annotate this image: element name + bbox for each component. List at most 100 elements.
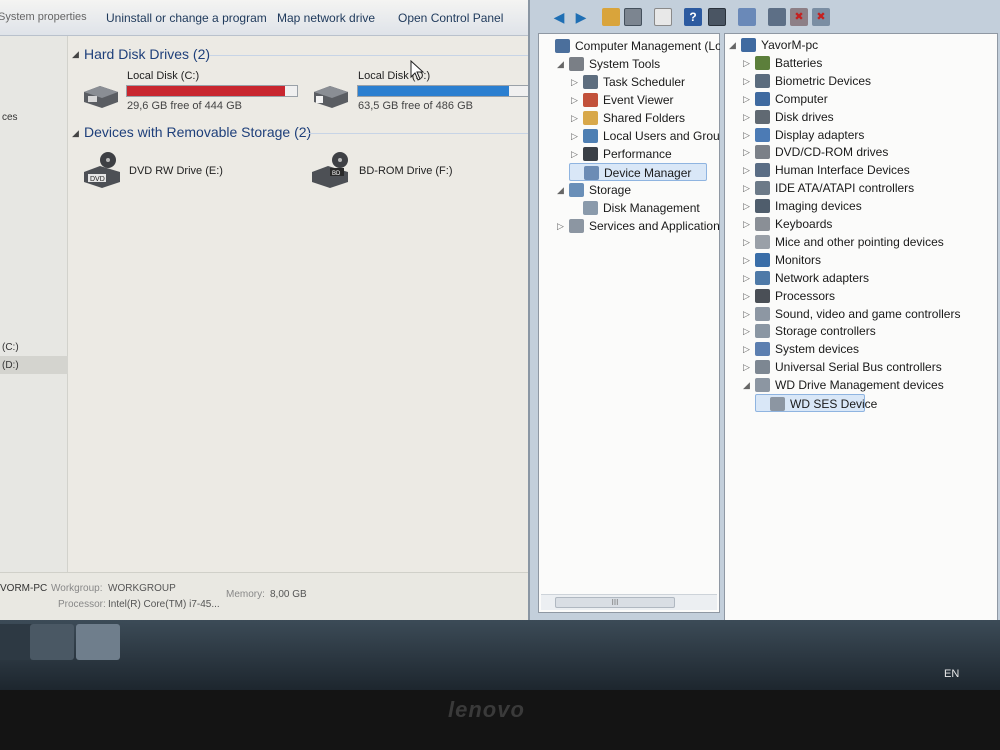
expand-arrow-icon[interactable]: ▷ — [743, 129, 753, 141]
device-tree-item[interactable]: ▷ Universal Serial Bus controllers — [741, 358, 995, 376]
expand-arrow-icon[interactable]: ▷ — [743, 164, 753, 176]
device-tree-item[interactable]: ▷ Biometric Devices — [741, 72, 995, 90]
expand-arrow-icon[interactable]: ▷ — [743, 146, 753, 158]
device-tree-item[interactable]: ◢ YavorM-pc — [727, 36, 995, 54]
device-tree-item[interactable]: ▷ Network adapters — [741, 269, 995, 287]
disable-device-button[interactable]: ✖ — [790, 8, 808, 26]
device-tree-item[interactable]: WD SES Device — [755, 394, 877, 412]
console-tree-pane[interactable]: Computer Management (Local ◢ System Tools ▷… — [538, 33, 737, 613]
expand-arrow-icon[interactable]: ▷ — [743, 57, 753, 69]
console-tree-item[interactable]: Computer Management (Local — [541, 37, 737, 55]
open-control-panel-button[interactable]: Open Control Panel — [398, 11, 503, 25]
device-tree-item[interactable]: ▷ Sound, video and game controllers — [741, 305, 995, 323]
scrollbar-thumb[interactable]: III — [555, 597, 675, 608]
console-tree-item[interactable]: Device Manager — [569, 163, 707, 181]
device-tree-item[interactable]: ▷ Batteries — [741, 54, 995, 72]
expand-arrow-icon[interactable]: ▷ — [743, 343, 753, 355]
device-tree-item[interactable]: ▷ System devices — [741, 340, 995, 358]
collapse-arrow-icon[interactable]: ◢ — [557, 58, 567, 70]
device-tree-item[interactable]: ▷ IDE ATA/ATAPI controllers — [741, 179, 995, 197]
device-tree-item[interactable]: ▷ DVD/CD-ROM drives — [741, 143, 995, 161]
computer-management-taskbar-button[interactable] — [76, 624, 120, 660]
console-tree-item[interactable]: ▷ Services and Applications — [555, 217, 726, 235]
device-tree-item[interactable]: ◢ WD Drive Management devices — [741, 376, 995, 394]
console-tree-item[interactable]: ▷ Shared Folders — [569, 109, 717, 127]
device-tree-item-label: Human Interface Devices — [775, 163, 910, 178]
console-tree-item[interactable]: Disk Management — [569, 199, 717, 217]
hard-disk-icon — [314, 86, 348, 108]
device-tree-item-label: Biometric Devices — [775, 73, 872, 88]
back-button[interactable]: ◀ — [550, 8, 568, 26]
device-tree-item[interactable]: ▷ Disk drives — [741, 108, 995, 126]
system-properties-button[interactable]: System properties — [0, 11, 87, 23]
show-hide-tree-button[interactable] — [624, 8, 642, 26]
device-tree-item[interactable]: ▷ Display adapters — [741, 126, 995, 144]
expand-arrow-icon[interactable]: ▷ — [743, 75, 753, 87]
device-tree-item[interactable]: ▷ Mice and other pointing devices — [741, 233, 995, 251]
expand-arrow-icon[interactable]: ▷ — [571, 148, 581, 160]
memory-value: 8,00 GB — [270, 589, 307, 600]
nav-drive-d[interactable]: (D:) — [2, 360, 19, 371]
expand-arrow-icon[interactable]: ▷ — [743, 272, 753, 284]
uninstall-program-button[interactable]: Uninstall or change a program — [106, 11, 267, 25]
console-tree-item[interactable]: ▷ Event Viewer — [569, 91, 717, 109]
expand-arrow-icon[interactable]: ▷ — [571, 76, 581, 88]
help-button[interactable]: ? — [684, 8, 702, 26]
nav-item[interactable]: ces — [2, 112, 18, 123]
device-tree-item[interactable]: ▷ Imaging devices — [741, 197, 995, 215]
expand-arrow-icon[interactable]: ▷ — [743, 111, 753, 123]
expand-arrow-icon[interactable]: ▷ — [743, 361, 753, 373]
expand-arrow-icon[interactable]: ▷ — [743, 236, 753, 248]
expand-arrow-icon[interactable]: ▷ — [743, 93, 753, 105]
drive-c-tile[interactable]: Local Disk (C:) 29,6 GB free of 444 GB — [80, 68, 300, 116]
keyboard-icon — [755, 217, 770, 231]
expand-arrow-icon[interactable]: ▷ — [743, 290, 753, 302]
device-tree-item[interactable]: ▷ Monitors — [741, 251, 995, 269]
wd-icon — [755, 378, 770, 393]
uninstall-device-button[interactable]: ✖ — [812, 8, 830, 26]
console-tree-item[interactable]: ▷ Performance — [569, 145, 717, 163]
console-tree-item[interactable]: ◢ System Tools — [555, 55, 717, 73]
dvd-drive-tile[interactable]: DVD DVD RW Drive (E:) — [82, 150, 282, 192]
navigation-pane[interactable]: ces (C:) (D:) — [0, 36, 68, 640]
properties-button[interactable] — [654, 8, 672, 26]
collapse-arrow-icon[interactable]: ◢ — [557, 184, 567, 196]
device-tree-item[interactable]: ▷ Processors — [741, 287, 995, 305]
update-driver-button[interactable] — [768, 8, 786, 26]
system-tools-icon — [569, 57, 584, 71]
console-tree-item[interactable]: ▷ Local Users and Groups — [569, 127, 732, 145]
bd-drive-tile[interactable]: BD BD-ROM Drive (F:) — [310, 150, 510, 192]
expand-arrow-icon[interactable]: ▷ — [743, 308, 753, 320]
expand-arrow-icon[interactable]: ▷ — [571, 94, 581, 106]
device-tree-item[interactable]: ▷ Computer — [741, 90, 995, 108]
expand-arrow-icon[interactable]: ▷ — [743, 254, 753, 266]
expand-arrow-icon[interactable]: ▷ — [557, 220, 567, 232]
collapse-arrow-icon[interactable]: ◢ — [72, 128, 79, 139]
collapse-arrow-icon[interactable]: ◢ — [729, 39, 739, 51]
collapse-arrow-icon[interactable]: ◢ — [72, 49, 79, 60]
hard-disk-drives-header[interactable]: Hard Disk Drives (2) — [84, 46, 210, 62]
device-tree-item[interactable]: ▷ Storage controllers — [741, 322, 995, 340]
console-tree-item[interactable]: ▷ Task Scheduler — [569, 73, 717, 91]
nav-drive-c[interactable]: (C:) — [2, 342, 19, 353]
console-tree-item[interactable]: ◢ Storage — [555, 181, 717, 199]
expand-arrow-icon[interactable]: ▷ — [743, 200, 753, 212]
language-indicator[interactable]: EN — [944, 668, 959, 680]
device-tree-pane[interactable]: ◢ YavorM-pc ▷ Batteries ▷ Biometric Devices ▷ C… — [724, 33, 998, 631]
expand-arrow-icon[interactable]: ▷ — [571, 112, 581, 124]
device-tree-item[interactable]: ▷ Keyboards — [741, 215, 995, 233]
removable-storage-header[interactable]: Devices with Removable Storage (2) — [84, 124, 311, 140]
explorer-taskbar-button[interactable] — [30, 624, 74, 660]
up-folder-button[interactable] — [602, 8, 620, 26]
expand-arrow-icon[interactable]: ▷ — [743, 218, 753, 230]
expand-arrow-icon[interactable]: ▷ — [743, 325, 753, 337]
collapse-arrow-icon[interactable]: ◢ — [743, 379, 753, 391]
scan-hardware-button[interactable] — [738, 8, 756, 26]
device-tree-item[interactable]: ▷ Human Interface Devices — [741, 161, 995, 179]
expand-arrow-icon[interactable]: ▷ — [743, 182, 753, 194]
action-pane-button[interactable] — [708, 8, 726, 26]
expand-arrow-icon[interactable]: ▷ — [571, 130, 581, 142]
forward-button[interactable]: ▶ — [572, 8, 590, 26]
horizontal-scrollbar[interactable]: III — [541, 594, 717, 610]
map-network-drive-button[interactable]: Map network drive — [277, 11, 375, 25]
